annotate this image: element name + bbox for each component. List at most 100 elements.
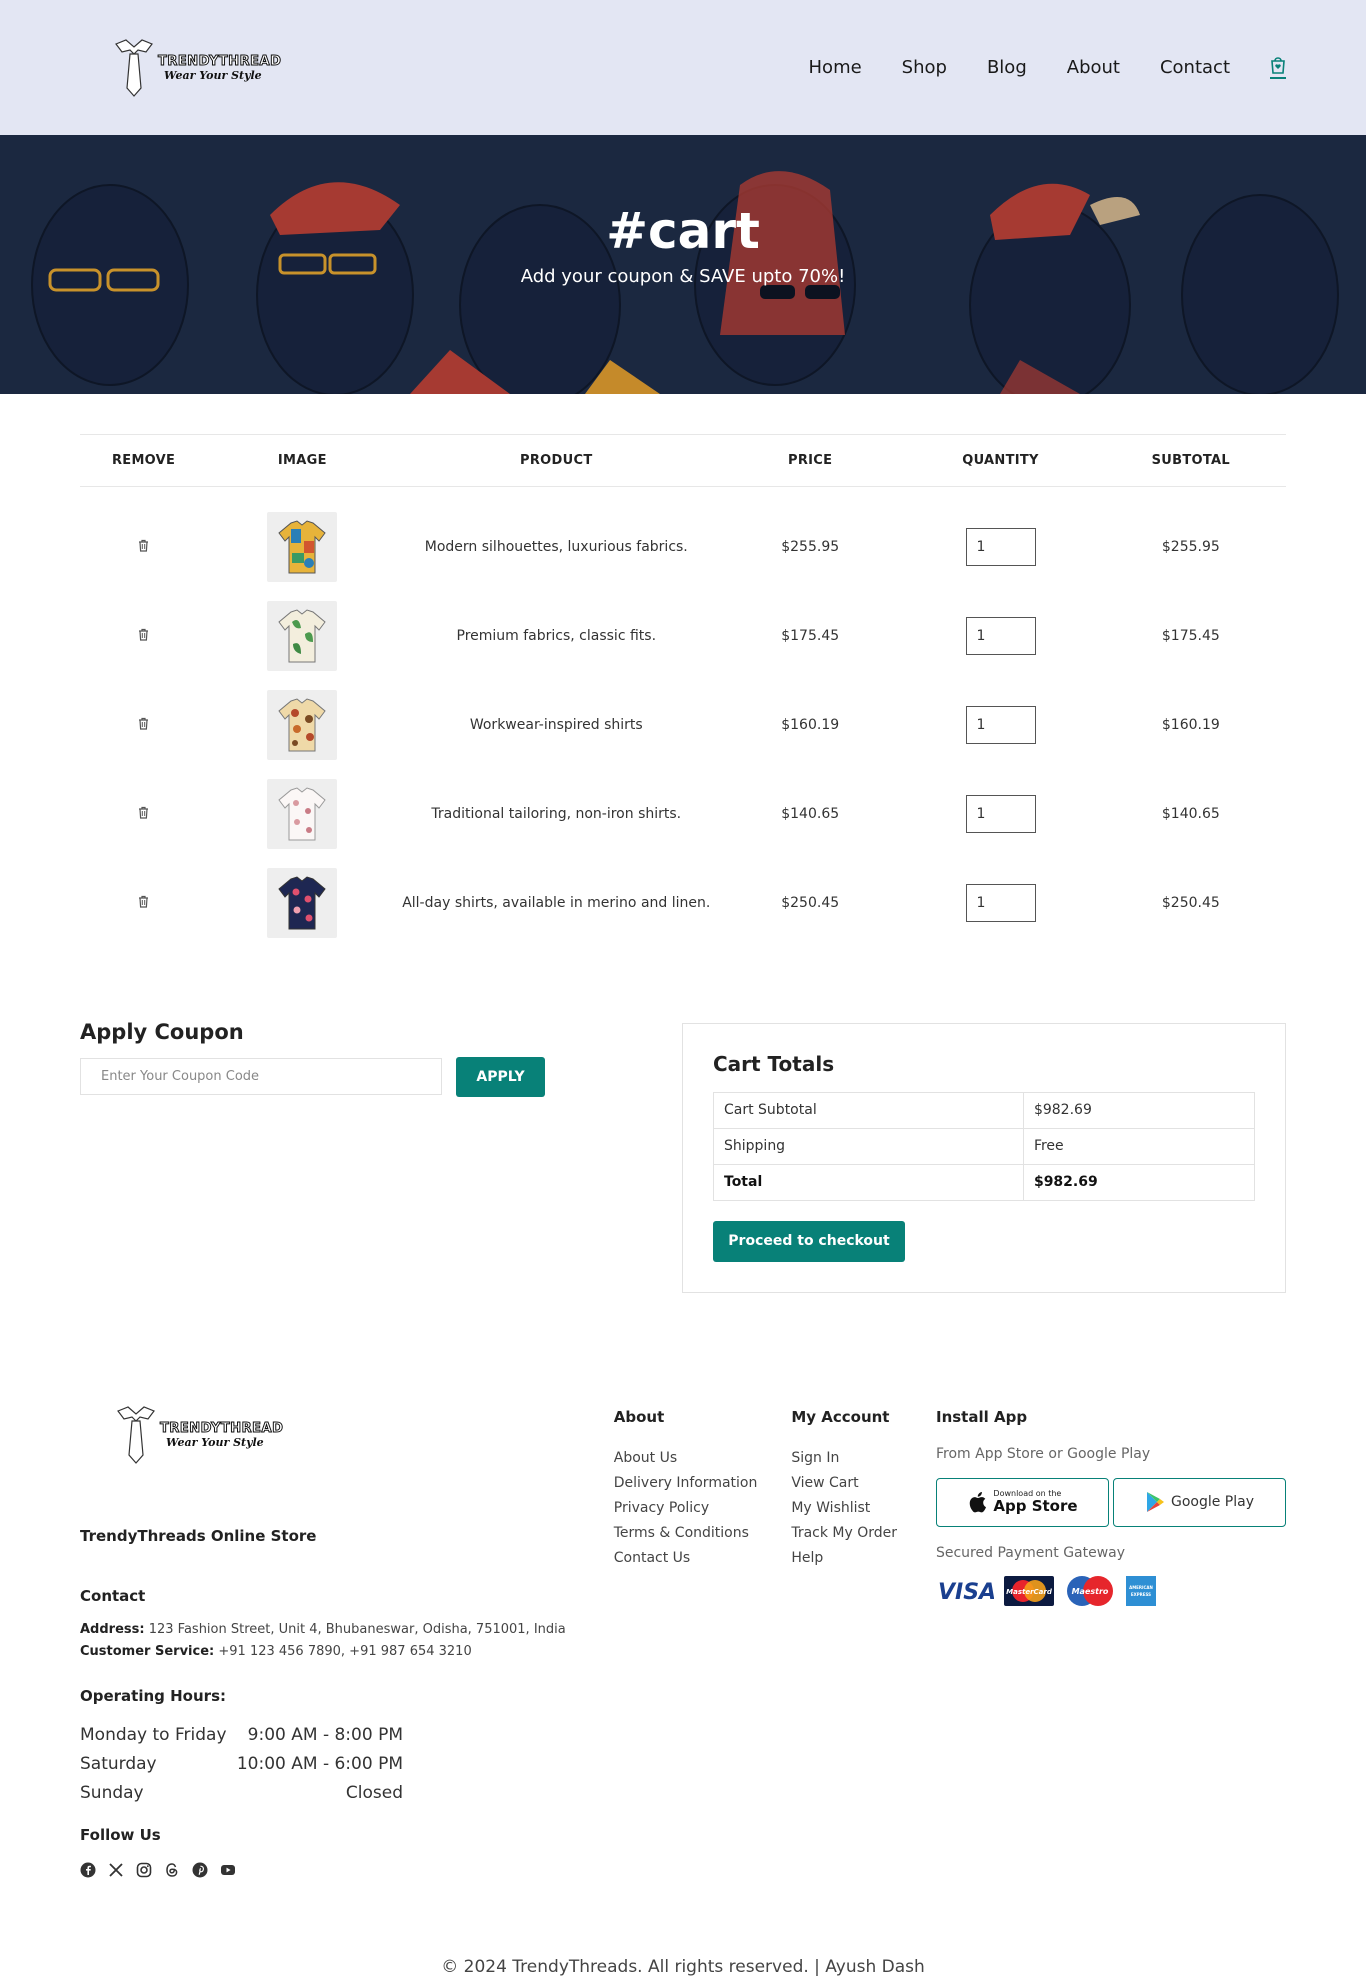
trash-icon[interactable]	[138, 806, 149, 823]
google-play-label: Google Play	[1170, 1494, 1254, 1510]
cart-totals-table: Cart Subtotal $982.69 Shipping Free Tota…	[713, 1091, 1256, 1201]
quantity-input[interactable]	[965, 884, 1036, 922]
hours-time: 9:00 AM - 8:00 PM	[247, 1724, 403, 1745]
app-store-button[interactable]: Download on the App Store	[935, 1477, 1109, 1527]
tie-logo-icon	[115, 38, 153, 97]
page-hero: #cart Add your coupon & SAVE upto 70%!	[0, 135, 1366, 394]
nav-contact[interactable]: Contact	[1160, 57, 1230, 78]
hours-day: Saturday	[80, 1753, 157, 1774]
totals-value: Free	[1022, 1127, 1256, 1165]
hours-day: Monday to Friday	[80, 1724, 227, 1745]
product-subtotal: $175.45	[1161, 628, 1220, 644]
product-subtotal: $255.95	[1161, 539, 1220, 556]
about-us-link[interactable]: About Us	[614, 1446, 792, 1471]
wishlist-link[interactable]: My Wishlist	[791, 1496, 936, 1521]
product-image	[267, 868, 338, 938]
table-row: Modern silhouettes, luxurious fabrics. $…	[80, 487, 1286, 592]
logo-tagline: Wear Your Style	[164, 68, 262, 82]
apple-icon	[970, 1492, 987, 1513]
quantity-input[interactable]	[965, 617, 1036, 655]
facebook-icon[interactable]	[80, 1862, 96, 1878]
checkout-button[interactable]: Proceed to checkout	[713, 1220, 905, 1262]
header-remove: REMOVE	[80, 434, 208, 487]
sign-in-link[interactable]: Sign In	[791, 1446, 936, 1471]
tie-logo-icon	[117, 1405, 155, 1464]
trash-icon[interactable]	[138, 895, 149, 912]
account-links: Sign In View Cart My Wishlist Track My O…	[791, 1446, 936, 1571]
totals-row: Cart Subtotal $982.69	[713, 1091, 1256, 1129]
logo-name: TRENDYTHREAD	[159, 1420, 284, 1436]
help-link[interactable]: Help	[791, 1546, 936, 1571]
view-cart-link[interactable]: View Cart	[791, 1471, 936, 1496]
track-order-link[interactable]: Track My Order	[791, 1521, 936, 1546]
customer-service-line: Customer Service: +91 123 456 7890, +91 …	[80, 1641, 614, 1663]
quantity-input[interactable]	[965, 706, 1036, 744]
hours-list: Monday to Friday 9:00 AM - 8:00 PM Saturd…	[80, 1721, 403, 1808]
product-name[interactable]: Modern silhouettes, luxurious fabrics.	[398, 487, 716, 592]
main-nav: Home Shop Blog About Contact	[809, 56, 1286, 79]
header-subtotal: SUBTOTAL	[1095, 434, 1286, 487]
apply-coupon-button[interactable]: APPLY	[456, 1056, 545, 1097]
product-name[interactable]: All-day shirts, available in merino and …	[398, 859, 716, 948]
trash-icon[interactable]	[138, 628, 149, 645]
quantity-input[interactable]	[965, 795, 1036, 833]
google-play-icon	[1146, 1492, 1164, 1512]
privacy-policy-link[interactable]: Privacy Policy	[614, 1496, 792, 1521]
cart-link[interactable]	[1270, 56, 1286, 79]
copyright: © 2024 TrendyThreads. All rights reserve…	[441, 1956, 925, 1977]
totals-label: Shipping	[713, 1127, 1024, 1165]
table-row: Premium fabrics, classic fits. $175.45 $…	[80, 592, 1286, 681]
follow-heading: Follow Us	[80, 1825, 161, 1844]
maestro-icon: Maestro	[1066, 1575, 1113, 1606]
header-price: PRICE	[715, 434, 906, 487]
visa-icon: VISA	[938, 1580, 994, 1604]
instagram-icon[interactable]	[136, 1862, 152, 1878]
svg-text:AMERICAN: AMERICAN	[1129, 1585, 1153, 1590]
nav-shop[interactable]: Shop	[902, 57, 947, 78]
header-quantity: QUANTITY	[905, 434, 1096, 487]
nav-home[interactable]: Home	[809, 57, 862, 78]
hero-title: #cart	[606, 202, 760, 260]
coupon-input[interactable]	[80, 1057, 442, 1095]
table-row: Workwear-inspired shirts $160.19 $160.19	[80, 681, 1286, 770]
product-name[interactable]: Workwear-inspired shirts	[398, 681, 716, 770]
address-line: Address: 123 Fashion Street, Unit 4, Bhu…	[80, 1619, 614, 1641]
about-links: About Us Delivery Information Privacy Po…	[614, 1446, 792, 1571]
product-subtotal: $160.19	[1161, 717, 1220, 733]
cart-totals-title: Cart Totals	[713, 1051, 835, 1076]
delivery-info-link[interactable]: Delivery Information	[614, 1471, 792, 1496]
nav-about[interactable]: About	[1067, 57, 1120, 78]
product-name[interactable]: Premium fabrics, classic fits.	[398, 592, 716, 681]
product-image	[267, 779, 338, 849]
quantity-input[interactable]	[965, 528, 1036, 567]
threads-icon[interactable]	[164, 1862, 180, 1878]
service-label: Customer Service:	[80, 1643, 215, 1659]
cart-summary: Apply Coupon APPLY Cart Totals Cart Subt…	[0, 948, 1366, 1293]
site-header: TRENDYTHREAD Wear Your Style Home Shop B…	[0, 0, 1366, 135]
totals-value: $982.69	[1022, 1091, 1256, 1129]
amex-icon: AMERICAN EXPRESS	[1125, 1575, 1156, 1606]
x-icon[interactable]	[108, 1862, 124, 1878]
logo[interactable]: TRENDYTHREAD Wear Your Style	[112, 38, 281, 98]
trash-icon[interactable]	[138, 717, 149, 734]
nav-blog[interactable]: Blog	[987, 57, 1027, 78]
address-label: Address:	[80, 1621, 145, 1637]
terms-link[interactable]: Terms & Conditions	[614, 1521, 792, 1546]
product-price: $140.65	[781, 806, 840, 822]
pinterest-icon[interactable]	[192, 1862, 208, 1878]
contact-us-link[interactable]: Contact Us	[614, 1546, 792, 1571]
footer-logo[interactable]: TRENDYTHREAD Wear Your Style	[114, 1405, 614, 1465]
google-play-button[interactable]: Google Play	[1112, 1477, 1286, 1527]
account-heading: My Account	[791, 1407, 890, 1426]
contact-heading: Contact	[80, 1586, 146, 1605]
youtube-icon[interactable]	[220, 1862, 236, 1878]
totals-value: $982.69	[1022, 1163, 1256, 1201]
coupon-panel: Apply Coupon APPLY	[80, 1020, 545, 1293]
cart-header-row: REMOVE IMAGE PRODUCT PRICE QUANTITY SUBT…	[80, 434, 1286, 487]
install-app-heading: Install App	[935, 1407, 1028, 1426]
product-image	[267, 601, 338, 671]
service-text: +91 123 456 7890, +91 987 654 3210	[218, 1643, 472, 1659]
product-name[interactable]: Traditional tailoring, non-iron shirts.	[398, 770, 716, 859]
trash-icon[interactable]	[138, 539, 149, 556]
payment-cards: VISA MasterCard Maestro AMERICAN EXPRESS	[936, 1575, 1286, 1607]
